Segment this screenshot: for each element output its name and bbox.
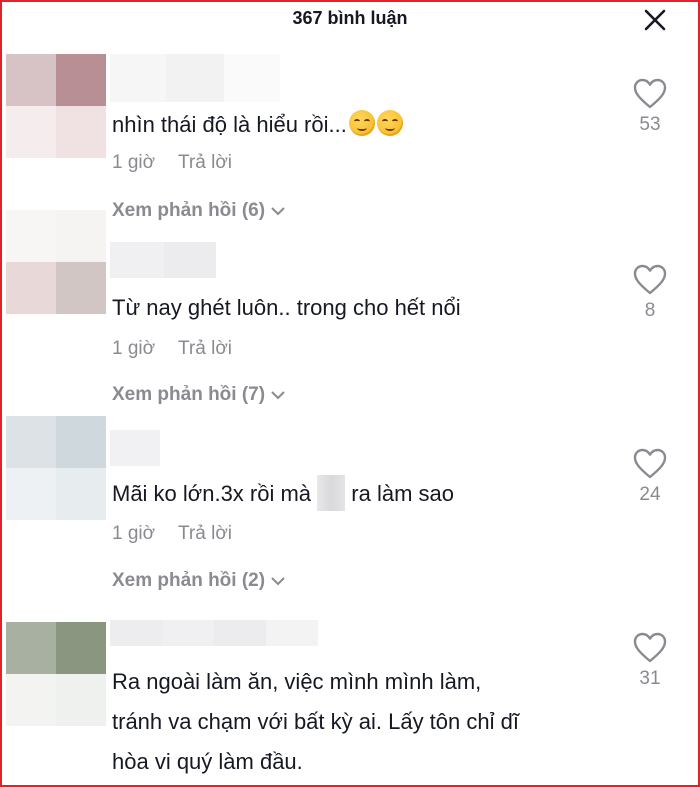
comment-time: 1 giờ [112, 523, 156, 544]
heart-icon[interactable] [633, 448, 667, 480]
username-blurred[interactable] [110, 430, 160, 466]
like-count: 31 [639, 668, 661, 689]
like-count: 53 [639, 114, 661, 135]
chevron-down-icon [271, 391, 285, 400]
view-replies-button[interactable]: Xem phản hồi (7) [112, 384, 287, 406]
like-control: 24 [630, 448, 670, 506]
like-control: 8 [630, 264, 670, 322]
comment-meta: 1 giờ Trả lời [112, 338, 232, 360]
heart-icon[interactable] [633, 78, 667, 110]
smirk-emoji-icon [376, 110, 403, 137]
heart-icon[interactable] [633, 632, 667, 664]
username-blurred[interactable] [110, 620, 318, 646]
like-control: 53 [630, 78, 670, 136]
avatar[interactable] [6, 54, 106, 158]
comment-text: Từ nay ghét luôn.. trong cho hết nổi [112, 295, 461, 320]
view-replies-button[interactable]: Xem phản hồi (6) [112, 200, 287, 222]
comment-text: Mãi ko lớn.3x rồi mà ra làm sao [112, 475, 592, 513]
comment-meta: 1 giờ Trả lời [112, 523, 232, 545]
comment-text-line: hòa vi quý làm đầu. [112, 749, 303, 774]
view-replies-button[interactable]: Xem phản hồi (2) [112, 570, 287, 592]
reply-button[interactable]: Trả lời [178, 523, 232, 544]
username-blurred[interactable] [110, 54, 280, 102]
avatar[interactable] [6, 416, 106, 520]
view-replies-label: Xem phản hồi (7) [112, 384, 266, 405]
comment-time: 1 giờ [112, 152, 156, 173]
avatar[interactable] [6, 622, 106, 726]
comment-time: 1 giờ [112, 338, 156, 359]
reply-button[interactable]: Trả lời [178, 152, 232, 173]
comment-text: nhìn thái độ là hiểu rồi... [112, 107, 592, 143]
like-count: 24 [639, 484, 661, 505]
comments-header: 367 bình luận [2, 2, 698, 36]
username-blurred[interactable] [110, 242, 216, 278]
like-control: 31 [630, 632, 670, 690]
view-replies-label: Xem phản hồi (6) [112, 200, 266, 221]
chevron-down-icon [271, 207, 285, 216]
comment-item: Từ nay ghét luôn.. trong cho hết nổi 1 g… [2, 210, 698, 412]
chevron-down-icon [271, 577, 285, 586]
avatar[interactable] [6, 210, 106, 314]
comment-item: Mãi ko lớn.3x rồi mà ra làm sao 1 giờ Tr… [2, 416, 698, 591]
comment-text-line: tránh va chạm với bất kỳ ai. Lấy tôn chỉ… [112, 709, 519, 734]
censored-word [317, 475, 346, 512]
comment-count-title: 367 bình luận [292, 8, 408, 28]
comments-panel: 367 bình luận nhìn thái độ là hiểu rồi..… [0, 0, 700, 787]
comment-text: Ra ngoài làm ăn, việc mình mình làm, trá… [112, 662, 592, 782]
close-icon[interactable] [642, 7, 668, 33]
view-replies-label: Xem phản hồi (2) [112, 570, 266, 591]
heart-icon[interactable] [633, 264, 667, 296]
like-count: 8 [644, 300, 656, 321]
smirk-emoji-icon [348, 110, 375, 137]
comment-item: nhìn thái độ là hiểu rồi... 1 giờ Trả lờ… [2, 54, 698, 224]
comment-meta: 1 giờ Trả lời [112, 152, 232, 174]
comment-text-line: Ra ngoài làm ăn, việc mình mình làm, [112, 669, 482, 694]
comment-item: Ra ngoài làm ăn, việc mình mình làm, trá… [2, 620, 698, 785]
reply-button[interactable]: Trả lời [178, 338, 232, 359]
